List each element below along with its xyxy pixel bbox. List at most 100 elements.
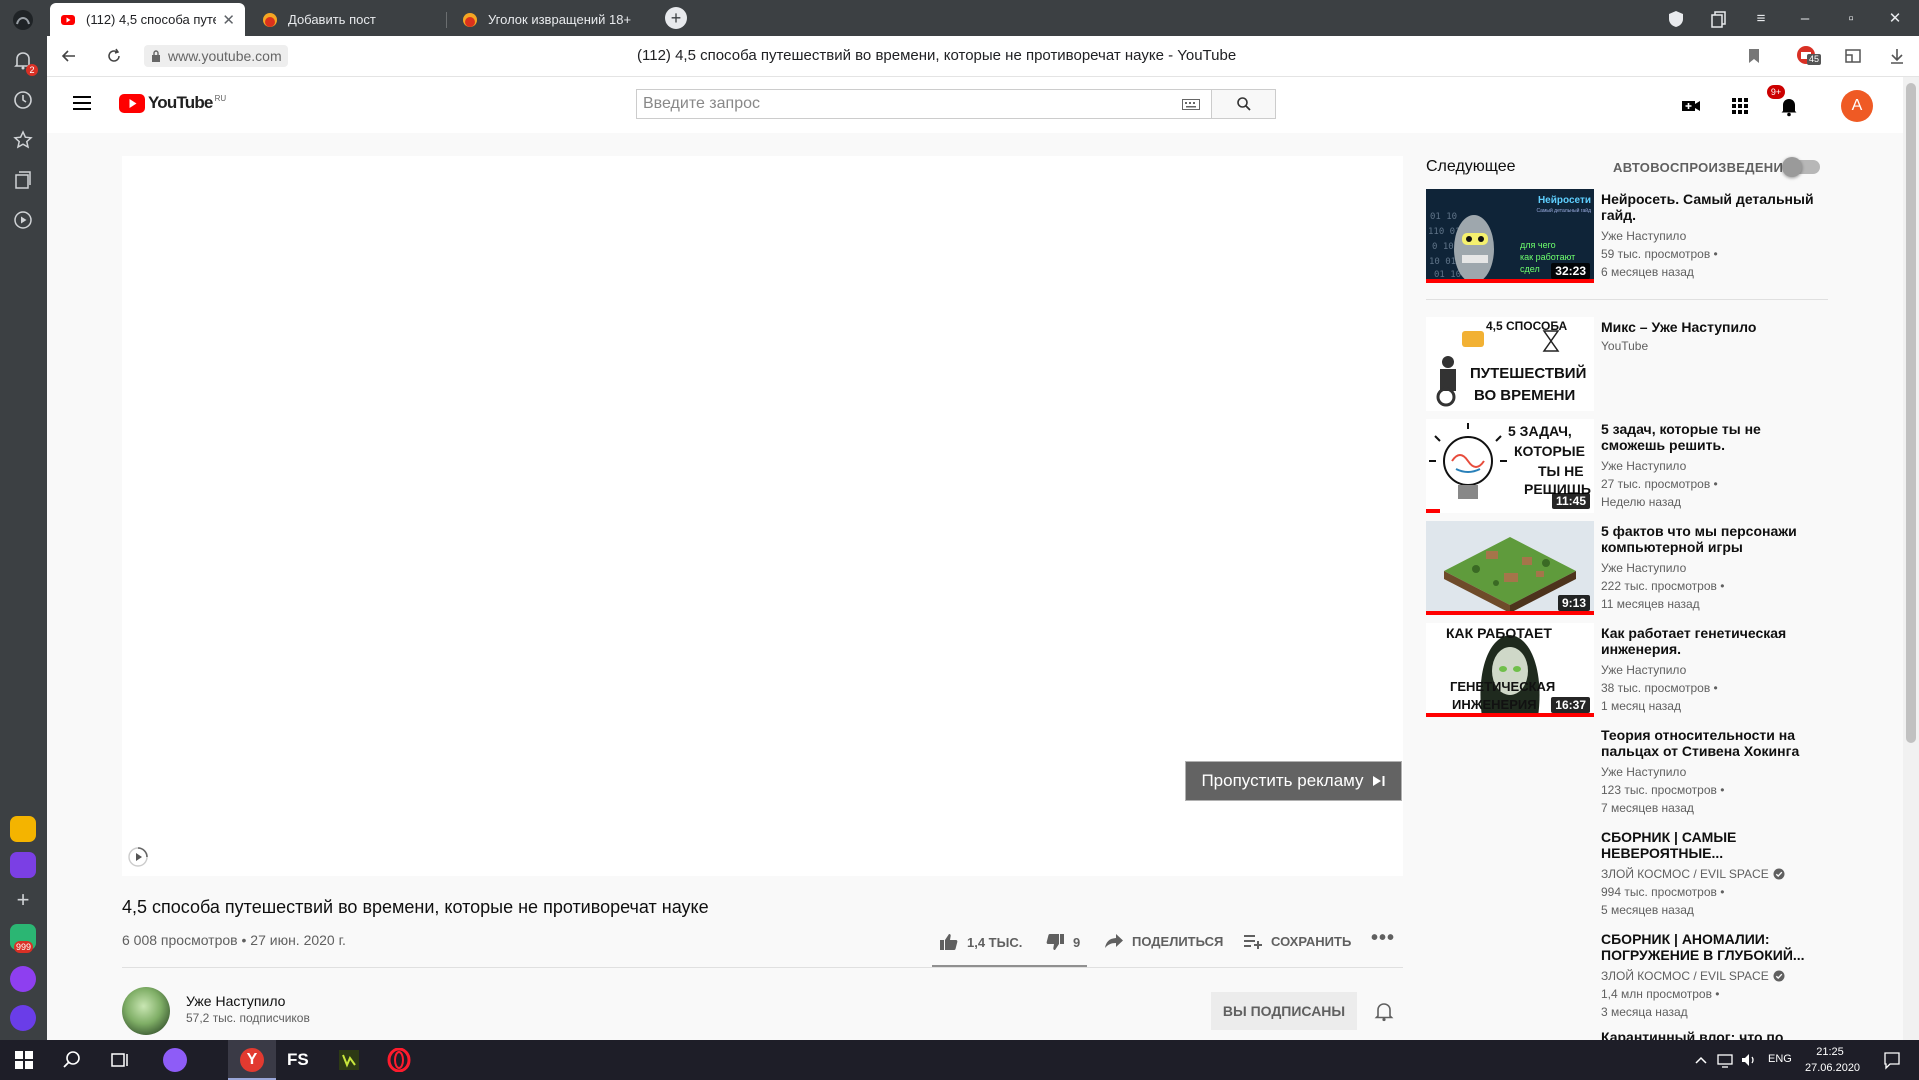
bookmarks-star-icon[interactable] bbox=[11, 128, 35, 152]
tab-youtube[interactable]: (112) 4,5 способа путеш ✕ bbox=[50, 3, 245, 36]
video-thumbnail[interactable]: 9:13 bbox=[1426, 521, 1594, 615]
autoplay-toggle[interactable] bbox=[1782, 157, 1820, 177]
alice-taskbar-icon[interactable] bbox=[163, 1048, 187, 1072]
url-field[interactable]: www.youtube.com bbox=[144, 45, 288, 67]
notifications-bell-icon[interactable] bbox=[1778, 95, 1800, 117]
view-count: 59 тыс. просмотров • bbox=[1601, 247, 1718, 261]
collections-sidebar-icon[interactable] bbox=[11, 168, 35, 192]
channel-name[interactable]: Уже Наступило bbox=[186, 993, 285, 1009]
page-scrollbar[interactable] bbox=[1903, 77, 1919, 1040]
account-avatar[interactable]: A bbox=[1841, 90, 1873, 122]
dislike-button[interactable]: 9 bbox=[1045, 933, 1080, 951]
add-app-icon[interactable]: + bbox=[11, 888, 35, 912]
extension-icon[interactable]: 45 bbox=[1795, 44, 1822, 66]
messenger-app-icon[interactable] bbox=[10, 852, 36, 878]
recommended-video[interactable]: Карантинный влог: что по bbox=[1426, 1031, 1828, 1040]
channel-name[interactable]: YouTube bbox=[1601, 339, 1648, 353]
input-language[interactable]: ENG bbox=[1768, 1053, 1792, 1065]
opera-icon[interactable] bbox=[387, 1048, 411, 1072]
assistant-app-icon[interactable] bbox=[10, 1005, 36, 1031]
video-title[interactable]: Нейросеть. Самый детальный гайд. bbox=[1601, 191, 1826, 223]
windows-start-icon[interactable] bbox=[12, 1048, 36, 1072]
collections-icon[interactable] bbox=[1708, 8, 1730, 30]
video-icon[interactable] bbox=[11, 208, 35, 232]
create-video-icon[interactable] bbox=[1680, 95, 1702, 117]
video-title[interactable]: Микс – Уже Наступило bbox=[1601, 319, 1826, 335]
close-window-icon[interactable]: ✕ bbox=[1884, 8, 1906, 30]
channel-avatar[interactable] bbox=[122, 987, 170, 1035]
channel-name[interactable]: Уже Наступило bbox=[1601, 663, 1686, 677]
subscribed-button[interactable]: ВЫ ПОДПИСАНЫ bbox=[1211, 992, 1357, 1030]
action-center-icon[interactable] bbox=[1882, 1048, 1902, 1072]
recommended-video[interactable]: 01 10 110 01 0 101 10 011 01 10 Нейросети Са… bbox=[1426, 189, 1828, 283]
download-icon[interactable] bbox=[1887, 46, 1907, 66]
scrollbar-thumb[interactable] bbox=[1906, 83, 1916, 743]
apps-grid-icon[interactable] bbox=[1729, 95, 1751, 117]
recommended-mix[interactable]: 4,5 СПОСОБА ПУТЕШЕСТВИЙ ВО ВРЕМЕНИ Микс … bbox=[1426, 317, 1828, 411]
yandex-mail-app-icon[interactable] bbox=[10, 816, 36, 842]
screenshot-icon[interactable] bbox=[1843, 46, 1863, 66]
youtube-logo[interactable]: YouTube RU bbox=[119, 93, 226, 113]
video-title[interactable]: Как работает генетическая инженерия. bbox=[1601, 625, 1826, 657]
back-arrow-icon[interactable] bbox=[61, 48, 77, 64]
restore-icon[interactable]: ▫ bbox=[1840, 8, 1862, 30]
video-thumbnail[interactable]: КАК РАБОТАЕТ ГЕНЕТИЧЕСКАЯ ИНЖЕНЕРИЯ 16:3… bbox=[1426, 623, 1594, 717]
alice-app-icon[interactable] bbox=[10, 966, 36, 992]
video-player[interactable]: Пропустить рекламу bbox=[122, 156, 1403, 876]
recommended-video[interactable]: 5 ЗАДАЧ, КОТОРЫЕ ТЫ НЕ РЕШИШЬ 11:45 5 за… bbox=[1426, 419, 1828, 513]
video-title[interactable]: СБОРНИК | САМЫЕ НЕВЕРОЯТНЫЕ... bbox=[1601, 829, 1826, 861]
recommended-video[interactable]: 9:13 5 фактов что мы персонажи компьютер… bbox=[1426, 521, 1828, 615]
channel-name[interactable]: Уже Наступило bbox=[1601, 229, 1686, 243]
thumbnail-text-2: КОТОРЫЕ bbox=[1514, 443, 1585, 459]
fs-app-icon[interactable]: FS bbox=[287, 1048, 311, 1072]
recommended-video[interactable]: КАК РАБОТАЕТ ГЕНЕТИЧЕСКАЯ ИНЖЕНЕРИЯ 16:3… bbox=[1426, 623, 1828, 717]
tab-add-post[interactable]: Добавить пост bbox=[252, 3, 442, 36]
search-input[interactable] bbox=[637, 90, 1212, 118]
tab-corner[interactable]: Уголок извращений 18+ bbox=[452, 3, 652, 36]
video-title[interactable]: 5 задач, которые ты не сможешь решить. bbox=[1601, 421, 1826, 453]
yandex-browser-taskbar-active[interactable]: Y bbox=[228, 1040, 276, 1080]
keyboard-icon[interactable] bbox=[1182, 99, 1200, 110]
minimize-icon[interactable]: – bbox=[1794, 8, 1816, 30]
app-taskbar-icon[interactable] bbox=[337, 1048, 361, 1072]
network-icon[interactable] bbox=[1716, 1048, 1734, 1072]
protect-icon[interactable] bbox=[1665, 8, 1687, 30]
like-button[interactable]: 1,4 ТЫС. bbox=[939, 933, 1022, 951]
recommended-video[interactable]: Теория относительности на пальцах от Сти… bbox=[1426, 725, 1828, 819]
profile-icon[interactable] bbox=[11, 8, 35, 32]
tray-expand-icon[interactable] bbox=[1694, 1048, 1708, 1072]
reload-icon[interactable] bbox=[106, 48, 122, 64]
video-title[interactable]: 5 фактов что мы персонажи компьютерной и… bbox=[1601, 523, 1826, 555]
tab-title: Уголок извращений 18+ bbox=[488, 12, 632, 27]
history-icon[interactable] bbox=[11, 88, 35, 112]
channel-name[interactable]: Уже Наступило bbox=[1601, 459, 1686, 473]
channel-bell-icon[interactable] bbox=[1373, 1000, 1395, 1022]
video-title[interactable]: СБОРНИК | АНОМАЛИИ: ПОГРУЖЕНИЕ В ГЛУБОКИ… bbox=[1601, 931, 1826, 963]
channel-name[interactable]: ЗЛОЙ КОСМОС / EVIL SPACE bbox=[1601, 969, 1785, 983]
channel-name[interactable]: Уже Наступило bbox=[1601, 561, 1686, 575]
volume-icon[interactable] bbox=[1740, 1048, 1758, 1072]
youtube-play-logo-icon bbox=[119, 93, 145, 113]
new-tab-button[interactable]: + bbox=[665, 7, 687, 29]
video-title[interactable]: Карантинный влог: что по bbox=[1601, 1031, 1826, 1040]
more-actions-icon[interactable]: ••• bbox=[1371, 927, 1395, 950]
skip-ad-button[interactable]: Пропустить рекламу bbox=[1185, 761, 1402, 801]
channel-name[interactable]: Уже Наступило bbox=[1601, 765, 1686, 779]
browser-menu-icon[interactable]: ≡ bbox=[1750, 8, 1772, 30]
search-taskbar-icon[interactable] bbox=[60, 1048, 84, 1072]
video-thumbnail[interactable]: 01 10 110 01 0 101 10 011 01 10 Нейросети Са… bbox=[1426, 189, 1594, 283]
share-button[interactable]: ПОДЕЛИТЬСЯ bbox=[1104, 933, 1223, 949]
channel-name[interactable]: ЗЛОЙ КОСМОС / EVIL SPACE bbox=[1601, 867, 1785, 881]
close-tab-icon[interactable]: ✕ bbox=[222, 11, 235, 29]
search-button[interactable] bbox=[1212, 89, 1276, 119]
menu-hamburger-icon[interactable] bbox=[73, 95, 93, 111]
task-view-icon[interactable] bbox=[108, 1048, 132, 1072]
video-thumbnail[interactable]: 4,5 СПОСОБА ПУТЕШЕСТВИЙ ВО ВРЕМЕНИ bbox=[1426, 317, 1594, 411]
video-thumbnail[interactable]: 5 ЗАДАЧ, КОТОРЫЕ ТЫ НЕ РЕШИШЬ 11:45 bbox=[1426, 419, 1594, 513]
bookmark-icon[interactable] bbox=[1747, 48, 1761, 64]
save-button[interactable]: СОХРАНИТЬ bbox=[1243, 933, 1351, 949]
recommended-video[interactable]: СБОРНИК | АНОМАЛИИ: ПОГРУЖЕНИЕ В ГЛУБОКИ… bbox=[1426, 929, 1828, 1023]
recommended-video[interactable]: СБОРНИК | САМЫЕ НЕВЕРОЯТНЫЕ... ЗЛОЙ КОСМ… bbox=[1426, 827, 1828, 921]
clock[interactable]: 21:25 27.06.2020 bbox=[1805, 1044, 1860, 1076]
video-title[interactable]: Теория относительности на пальцах от Сти… bbox=[1601, 727, 1826, 759]
